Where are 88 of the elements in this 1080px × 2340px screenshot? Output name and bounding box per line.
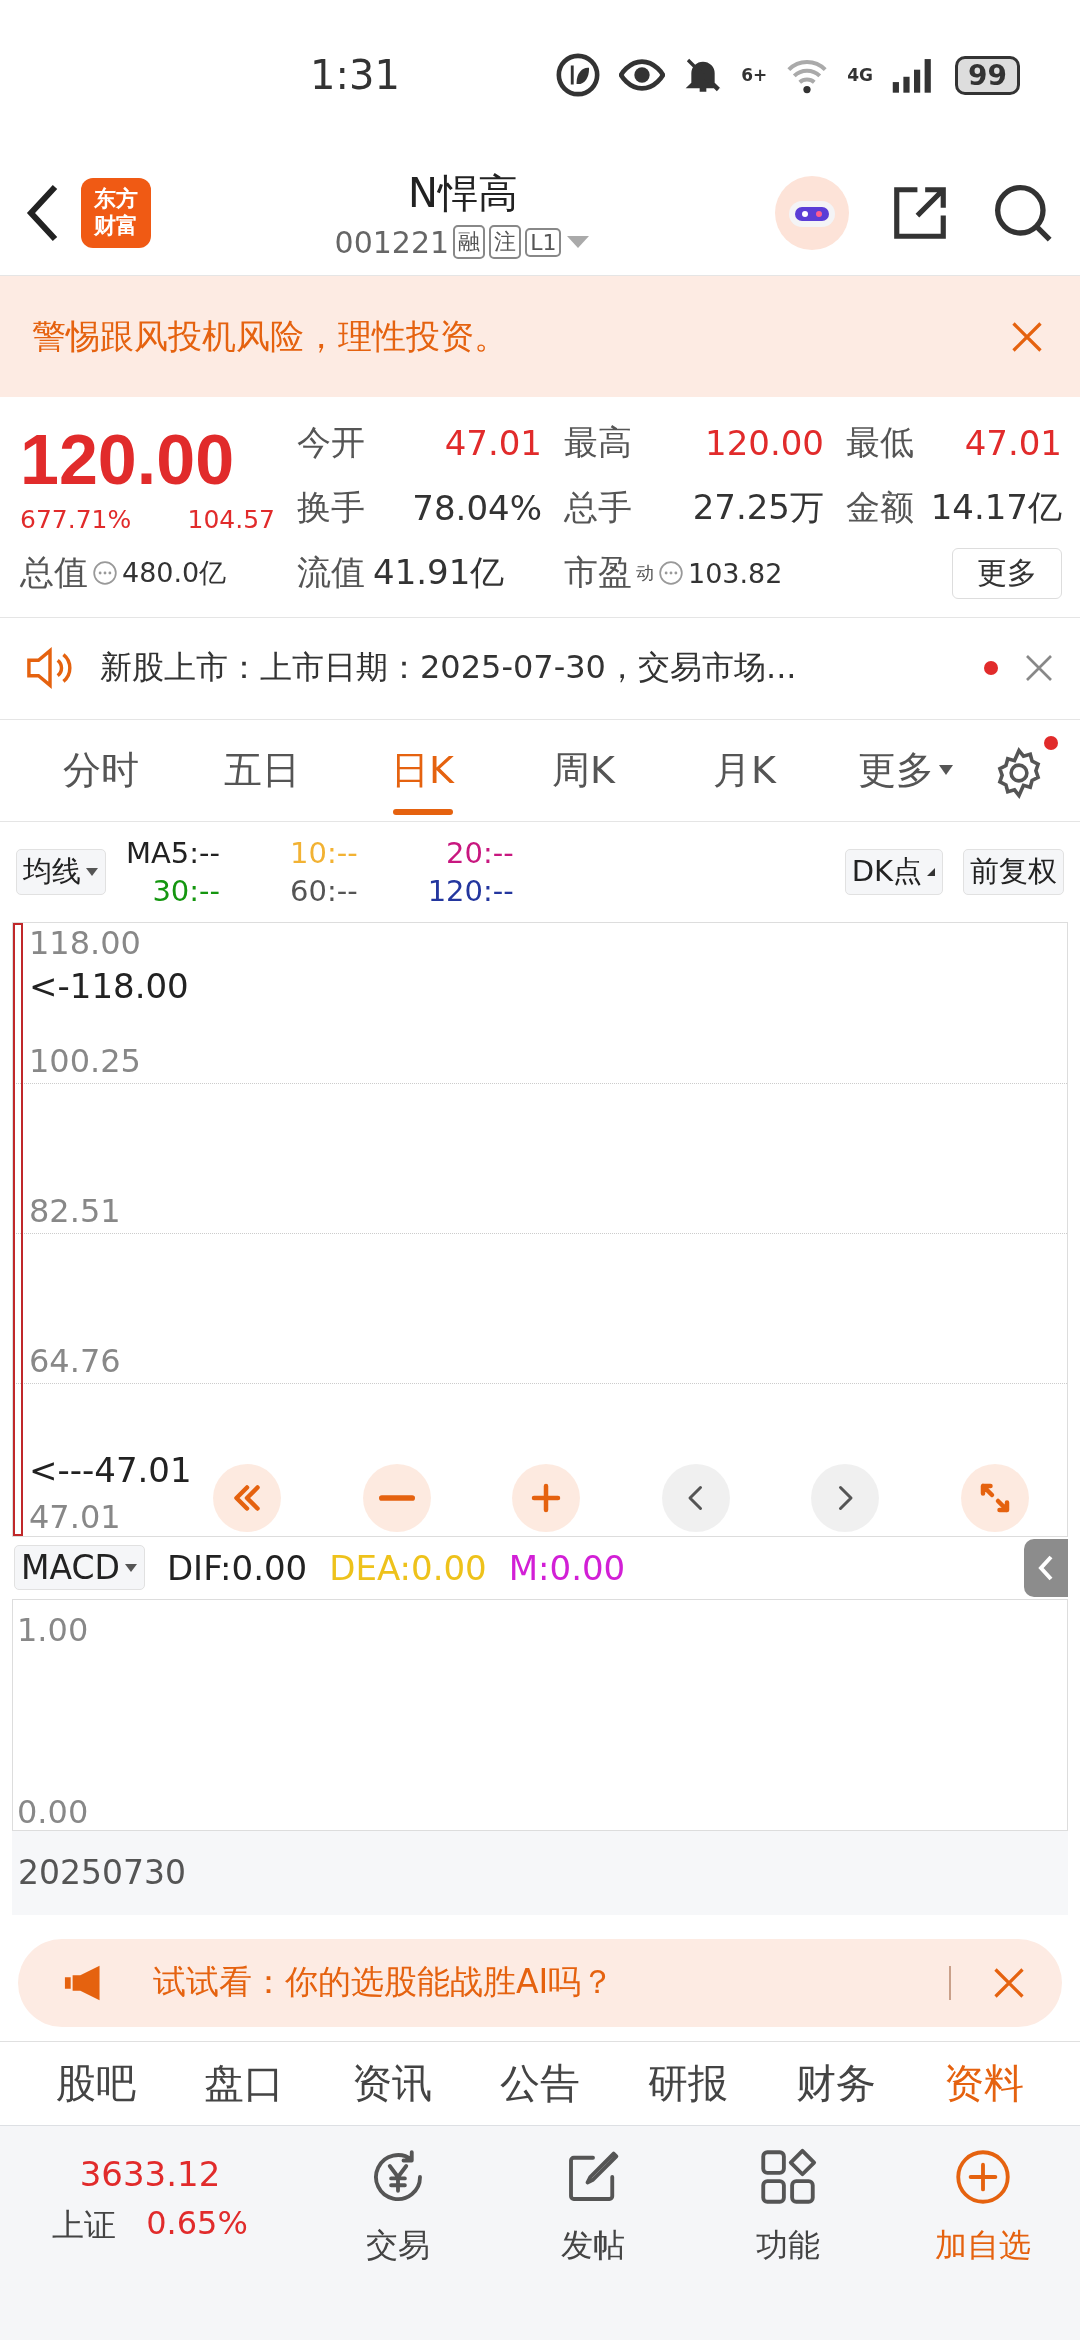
date-label: 20250730 — [18, 1853, 186, 1892]
stock-code: 001221 — [334, 224, 450, 260]
period-tab[interactable]: 周K — [503, 719, 664, 821]
moving-average-value: MA5:-- — [126, 835, 220, 870]
moving-average-value: 10:-- — [290, 835, 358, 870]
pe-type-mark: 动 — [636, 561, 654, 585]
info-tab[interactable]: 财务 — [762, 2055, 910, 2111]
info-tab[interactable]: 研报 — [614, 2055, 762, 2111]
stat-value: 120.00 — [705, 422, 824, 463]
moving-average-value: 30:-- — [151, 873, 220, 908]
period-tab[interactable]: 五日 — [181, 719, 342, 821]
stock-title: N悍高 — [408, 168, 518, 218]
stat-value: 27.25万 — [692, 485, 824, 529]
period-tab[interactable]: 更多 — [825, 719, 986, 821]
low-price-marker: <---47.01 — [29, 1452, 192, 1487]
info-tab[interactable]: 股吧 — [22, 2055, 170, 2111]
period-tab[interactable]: 分时 — [20, 719, 181, 821]
nav-button[interactable]: 功能 — [690, 2143, 885, 2340]
axis-label: 1.00 — [17, 1613, 89, 1646]
indicator-selector[interactable]: MACD — [14, 1545, 145, 1590]
info-tab[interactable]: 资讯 — [318, 2055, 466, 2111]
macd-chart[interactable]: 1.00 0.00 — [12, 1598, 1068, 1831]
stat-label: 市盈 — [564, 551, 632, 594]
risk-warning-text: 警惕跟风投机风险，理性投资。 — [32, 314, 508, 358]
macd-value: DEA:0.00 — [329, 1547, 487, 1588]
price-change: 104.57 — [187, 504, 275, 534]
index-name[interactable]: 上证 — [52, 2203, 117, 2248]
index-change[interactable]: 0.65% — [146, 2203, 248, 2248]
caret-down-icon[interactable] — [565, 234, 592, 250]
dk-point-button[interactable]: DK点 — [844, 848, 943, 895]
indicator-selector[interactable]: 均线 — [16, 848, 106, 895]
status-time: 1:31 — [310, 52, 400, 98]
stat-value: 47.01 — [964, 422, 1062, 463]
network-label: 4G — [847, 65, 874, 85]
info-icon[interactable] — [658, 560, 684, 586]
stock-tag: L1 — [525, 227, 562, 257]
more-button[interactable]: 更多 — [952, 547, 1062, 599]
index-value[interactable]: 3633.12 — [52, 2153, 248, 2194]
axis-label: 47.01 — [29, 1500, 121, 1533]
stat-value: 480.0亿 — [122, 556, 227, 590]
change-percent: 677.71% — [20, 504, 132, 534]
stat-label: 流值 — [297, 551, 365, 594]
axis-label: 0.00 — [17, 1795, 89, 1828]
high-price-marker: <-118.00 — [29, 968, 189, 1003]
macd-value: M:0.00 — [508, 1547, 626, 1588]
stat-label: 总值 — [20, 551, 88, 594]
battery-level: 99 — [955, 55, 1020, 95]
caret-down-icon — [123, 1562, 138, 1573]
period-tab[interactable]: 月K — [664, 719, 825, 821]
stock-tag: 注 — [489, 225, 522, 259]
wifi-label: 6+ — [741, 65, 768, 85]
last-price: 120.00 — [20, 420, 235, 501]
stat-value: 47.01 — [444, 422, 542, 463]
info-icon[interactable] — [92, 560, 118, 586]
axis-label: 64.76 — [29, 1344, 121, 1377]
stat-label: 换手 — [297, 485, 365, 529]
stat-label: 最低 — [846, 420, 914, 464]
stat-label: 今开 — [297, 420, 365, 464]
stat-label: 最高 — [564, 420, 632, 464]
stat-value: 103.82 — [688, 557, 783, 589]
app-logo: 东方 财富 — [81, 177, 151, 248]
caret-down-icon — [937, 764, 954, 776]
stat-label: 总手 — [564, 485, 632, 529]
macd-value: DIF:0.00 — [166, 1547, 308, 1588]
minus-icon — [378, 1494, 415, 1501]
ai-banner-text: 试试看：你的选股能战胜AI吗？ — [153, 1961, 616, 2003]
collapse-tab[interactable] — [1024, 1538, 1068, 1597]
stat-value: 78.04% — [412, 487, 542, 528]
axis-label: 82.51 — [29, 1194, 121, 1227]
stock-tag: 融 — [453, 225, 486, 259]
news-ticker-text[interactable]: 新股上市：上市日期：2025-07-30，交易市场... — [100, 646, 959, 690]
leaf-circle-icon — [555, 52, 602, 98]
corner-triangle-icon — [926, 866, 936, 877]
stat-value: 14.17亿 — [930, 485, 1062, 529]
stat-value: 41.91亿 — [373, 551, 505, 594]
kline-chart[interactable]: 118.00 100.25 82.51 64.76 47.01 <-118.00 <---47.01 — [12, 921, 1068, 1537]
stat-label: 金额 — [846, 485, 914, 529]
moving-average-value: 20:-- — [445, 835, 514, 870]
axis-label: 118.00 — [29, 926, 141, 959]
nav-button[interactable]: 发帖 — [495, 2143, 690, 2340]
moving-average-value: 60:-- — [290, 873, 358, 908]
info-tab[interactable]: 盘口 — [170, 2055, 318, 2111]
info-tab[interactable]: 公告 — [466, 2055, 614, 2111]
moving-average-value: 120:-- — [427, 873, 514, 908]
axis-label: 100.25 — [29, 1044, 141, 1077]
adjust-button[interactable]: 前复权 — [963, 848, 1064, 895]
caret-down-icon — [85, 866, 99, 877]
nav-button[interactable]: 交易 — [300, 2143, 495, 2340]
